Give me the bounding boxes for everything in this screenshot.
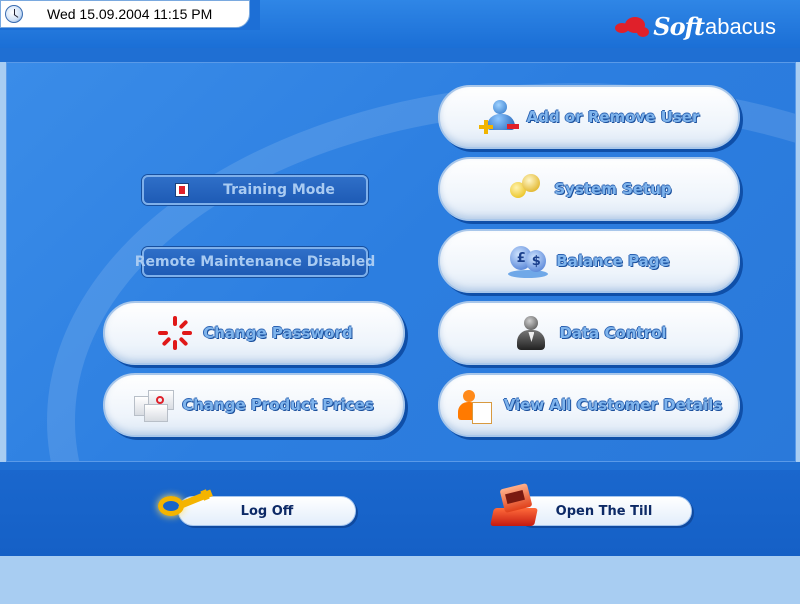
customer-document-icon: [456, 386, 496, 424]
system-setup-label: System Setup: [554, 180, 672, 198]
data-control-button[interactable]: Data Control: [438, 301, 740, 365]
remote-maintenance-label: Remote Maintenance Disabled: [134, 254, 376, 270]
change-password-label: Change Password: [203, 324, 353, 342]
bottom-strip: [0, 556, 800, 604]
change-password-button[interactable]: Change Password: [103, 301, 405, 365]
open-till-button[interactable]: Open The Till: [516, 496, 692, 526]
add-remove-user-button[interactable]: Add or Remove User: [438, 85, 740, 149]
add-remove-user-label: Add or Remove User: [526, 108, 700, 126]
data-control-label: Data Control: [559, 324, 667, 342]
key-icon: [158, 488, 218, 524]
businessman-icon: [511, 314, 551, 352]
boxes-icon: [134, 386, 175, 424]
currency-icon: £ $: [508, 242, 549, 280]
training-mode-button[interactable]: Training Mode: [142, 175, 368, 205]
remote-maintenance-button[interactable]: Remote Maintenance Disabled: [135, 247, 375, 277]
view-customers-label: View All Customer Details: [503, 396, 723, 414]
balance-page-button[interactable]: £ $ Balance Page: [438, 229, 740, 293]
clock-icon: [5, 5, 23, 23]
user-add-remove-icon: [478, 98, 519, 136]
logo-text-soft: Soft: [653, 12, 705, 41]
logo-text-abacus: abacus: [705, 13, 776, 39]
datetime-display: Wed 15.09.2004 11:15 PM: [0, 0, 250, 28]
datetime-text: Wed 15.09.2004 11:15 PM: [47, 6, 213, 22]
checkbox-icon: [175, 183, 190, 197]
cash-register-icon: [490, 482, 540, 530]
balance-page-label: Balance Page: [556, 252, 670, 270]
training-mode-label: Training Mode: [223, 182, 335, 198]
change-product-prices-label: Change Product Prices: [182, 396, 374, 414]
system-setup-button[interactable]: System Setup: [438, 157, 740, 221]
softabacus-logo: Soft abacus: [615, 12, 776, 41]
dollar-coin: $: [526, 250, 547, 272]
frame-bottom: [0, 462, 800, 470]
log-off-label: Log Off: [240, 503, 294, 519]
open-till-label: Open The Till: [555, 503, 653, 519]
spinner-icon: [155, 314, 195, 352]
view-customers-button[interactable]: View All Customer Details: [438, 373, 740, 437]
logo-mark-icon: [615, 15, 651, 39]
frame-top: [0, 48, 800, 62]
keys-icon: [506, 170, 546, 208]
change-product-prices-button[interactable]: Change Product Prices: [103, 373, 405, 437]
